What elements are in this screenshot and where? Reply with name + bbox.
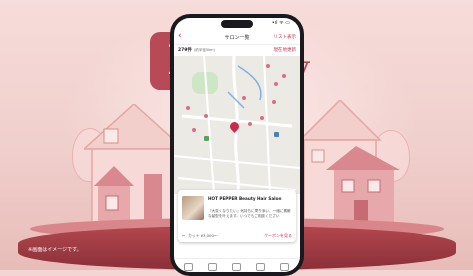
scissors-icon: ✂ bbox=[182, 233, 186, 238]
result-count-bar: 279件 (約半径5km) 現在地更新 bbox=[174, 45, 300, 55]
salon-price: カット ¥3,000～ bbox=[188, 233, 218, 238]
map-pin-icon[interactable] bbox=[242, 96, 246, 100]
map-view[interactable] bbox=[174, 56, 300, 194]
result-radius: (約半径5km) bbox=[194, 47, 215, 52]
salon-name: HOT PEPPER Beauty Hair Salon bbox=[208, 196, 282, 201]
map-pin-icon[interactable] bbox=[204, 114, 208, 118]
map-pin-icon[interactable] bbox=[282, 74, 286, 78]
result-count: 279件 bbox=[178, 48, 192, 53]
map-pin-icon[interactable] bbox=[186, 106, 190, 110]
map-pin-icon[interactable] bbox=[248, 122, 252, 126]
map-pin-icon[interactable] bbox=[260, 116, 264, 120]
coupon-link[interactable]: クーポンを見る bbox=[264, 233, 292, 239]
update-location-link[interactable]: 現在地更新 bbox=[274, 47, 297, 53]
status-icons: •ıl ᯤ ▭ bbox=[271, 20, 290, 26]
house-left bbox=[84, 104, 184, 224]
phone-screen: •ıl ᯤ ▭ ‹ サロン一覧 リスト表示 279件 (約半径5km) 現在地更… bbox=[174, 18, 300, 272]
map-pin-icon[interactable] bbox=[272, 100, 276, 104]
dynamic-island bbox=[221, 20, 253, 28]
salon-price-row: ✂ カット ¥3,000～ クーポンを見る bbox=[182, 233, 292, 239]
map-pin-icon[interactable] bbox=[274, 82, 278, 86]
salon-card[interactable]: HOT PEPPER Beauty Hair Salon 『大変くなりたい』気持… bbox=[178, 190, 296, 242]
list-view-link[interactable]: リスト表示 bbox=[274, 34, 297, 40]
status-bar: •ıl ᯤ ▭ bbox=[174, 18, 300, 30]
image-caption: ※画面はイメージです。 bbox=[28, 247, 82, 253]
map-pin-icon[interactable] bbox=[192, 128, 196, 132]
map-pin-icon[interactable] bbox=[266, 64, 270, 68]
map-place-icon bbox=[204, 136, 209, 141]
house-right bbox=[300, 100, 400, 224]
nav-bar: ‹ サロン一覧 リスト表示 bbox=[174, 30, 300, 45]
salon-photo bbox=[182, 196, 204, 220]
map-place-icon bbox=[274, 132, 279, 137]
salon-description: 『大変くなりたい』気持ちに寄り添い、一緒に素敵な髪型を叶えます。いつでもご相談く… bbox=[208, 209, 291, 218]
